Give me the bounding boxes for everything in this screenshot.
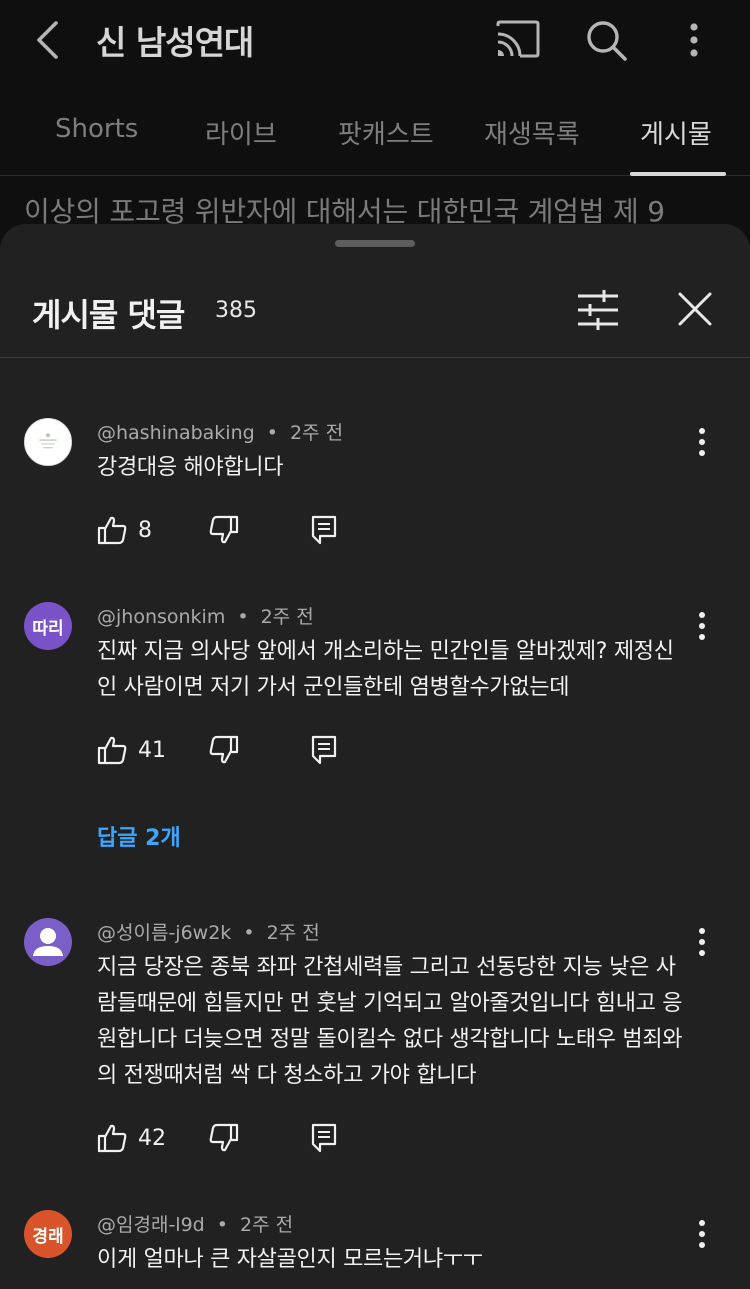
- active-tab-indicator: [630, 172, 726, 176]
- like-count: 42: [138, 1125, 166, 1151]
- comment-text: 지금 당장은 종북 좌파 간첩세력들 그리고 선동당한 지능 낮은 사람들때문에…: [97, 955, 683, 1088]
- like-count: 41: [138, 737, 166, 763]
- meta-separator: •: [216, 1214, 228, 1236]
- comment-meta: @성이름-j6w2k • 2주 전: [97, 918, 320, 945]
- tab-live[interactable]: 라이브: [205, 114, 277, 151]
- cast-icon[interactable]: [494, 18, 542, 62]
- comment-actions: 8: [96, 510, 356, 550]
- tab-shorts[interactable]: Shorts: [55, 114, 138, 144]
- comment-more-icon[interactable]: [690, 426, 714, 458]
- comment-author[interactable]: @임경래-l9d: [97, 1214, 205, 1236]
- avatar[interactable]: [24, 418, 72, 466]
- like-count: 8: [138, 517, 152, 543]
- tab-podcast[interactable]: 팟캐스트: [338, 114, 434, 151]
- filter-icon[interactable]: [574, 288, 622, 332]
- comment-more-icon[interactable]: [690, 1218, 714, 1250]
- comment-author[interactable]: @hashinabaking: [97, 422, 255, 444]
- comment-actions: 42: [96, 1118, 356, 1158]
- dislike-button[interactable]: [208, 1118, 240, 1158]
- app-bar: 신 남성연대: [0, 0, 750, 80]
- dislike-button[interactable]: [208, 730, 240, 770]
- comment-more-icon[interactable]: [690, 610, 714, 642]
- thumbs-up-icon: [97, 736, 127, 765]
- comment-item: @hashinabaking • 2주 전 강경대응 해야합니다 8: [0, 418, 750, 568]
- tab-playlists[interactable]: 재생목록: [484, 114, 580, 151]
- back-icon[interactable]: [28, 18, 68, 62]
- dislike-button[interactable]: [208, 510, 240, 550]
- tab-posts[interactable]: 게시물: [640, 114, 712, 151]
- like-button[interactable]: 42: [96, 1118, 166, 1158]
- reply-icon: [311, 735, 337, 765]
- thumbs-up-icon: [97, 516, 127, 545]
- comment-item: @성이름-j6w2k • 2주 전 지금 당장은 종북 좌파 간첩세력들 그리고…: [0, 918, 750, 1178]
- sheet-title: 게시물 댓글: [32, 296, 185, 334]
- meta-separator: •: [243, 922, 255, 944]
- avatar[interactable]: 경래: [24, 1210, 72, 1258]
- avatar[interactable]: 따리: [24, 602, 72, 650]
- comment-meta: @임경래-l9d • 2주 전: [97, 1210, 293, 1237]
- default-user-icon: [33, 928, 63, 956]
- search-icon[interactable]: [584, 18, 628, 62]
- reply-button[interactable]: [310, 730, 338, 770]
- reply-button[interactable]: [310, 1118, 338, 1158]
- reply-icon: [311, 515, 337, 545]
- comment-meta: @jhonsonkim • 2주 전: [97, 602, 314, 629]
- meta-separator: •: [266, 422, 278, 444]
- comments-sheet: 게시물 댓글 385 @hashinabaking • 2주 전 강경대응 해야…: [0, 224, 750, 1289]
- channel-title: 신 남성연대: [96, 23, 254, 62]
- comment-author[interactable]: @성이름-j6w2k: [97, 922, 231, 944]
- like-button[interactable]: 8: [96, 510, 152, 550]
- like-button[interactable]: 41: [96, 730, 166, 770]
- sheet-header: 게시물 댓글 385: [0, 254, 750, 358]
- meta-separator: •: [237, 606, 249, 628]
- view-replies-button[interactable]: 답글 2개: [97, 820, 181, 852]
- comment-text: 진짜 지금 의사당 앞에서 개소리하는 민간인들 알바겠제? 제정신인 사람이면…: [97, 639, 674, 700]
- comment-text: 이게 얼마나 큰 자살골인지 모르는거냐ㅜㅜ: [97, 1247, 483, 1272]
- comment-count: 385: [215, 298, 257, 323]
- comment-time: 2주 전: [260, 606, 314, 628]
- reply-button[interactable]: [310, 510, 338, 550]
- comment-meta: @hashinabaking • 2주 전: [97, 418, 343, 445]
- channel-tabs: Shorts 라이브 팟캐스트 재생목록 게시물: [0, 96, 750, 176]
- more-vert-icon[interactable]: [682, 18, 706, 62]
- comment-text: 강경대응 해야합니다: [97, 455, 284, 480]
- thumbs-down-icon: [209, 735, 239, 764]
- comment-time: 2주 전: [240, 1214, 294, 1236]
- drag-handle[interactable]: [335, 240, 415, 247]
- thumbs-down-icon: [209, 1123, 239, 1152]
- comment-item: 따리 @jhonsonkim • 2주 전 진짜 지금 의사당 앞에서 개소리하…: [0, 602, 750, 862]
- avatar[interactable]: [24, 918, 72, 966]
- thumbs-up-icon: [97, 1124, 127, 1153]
- thumbs-down-icon: [209, 515, 239, 544]
- comment-actions: 41: [96, 730, 356, 770]
- comment-time: 2주 전: [266, 922, 320, 944]
- reply-icon: [311, 1123, 337, 1153]
- bakery-logo-icon: [25, 419, 71, 465]
- close-icon[interactable]: [674, 288, 716, 330]
- comment-time: 2주 전: [290, 422, 344, 444]
- comment-more-icon[interactable]: [690, 926, 714, 958]
- comment-item: 경래 @임경래-l9d • 2주 전 이게 얼마나 큰 자살골인지 모르는거냐ㅜ…: [0, 1210, 750, 1289]
- comment-author[interactable]: @jhonsonkim: [97, 606, 225, 628]
